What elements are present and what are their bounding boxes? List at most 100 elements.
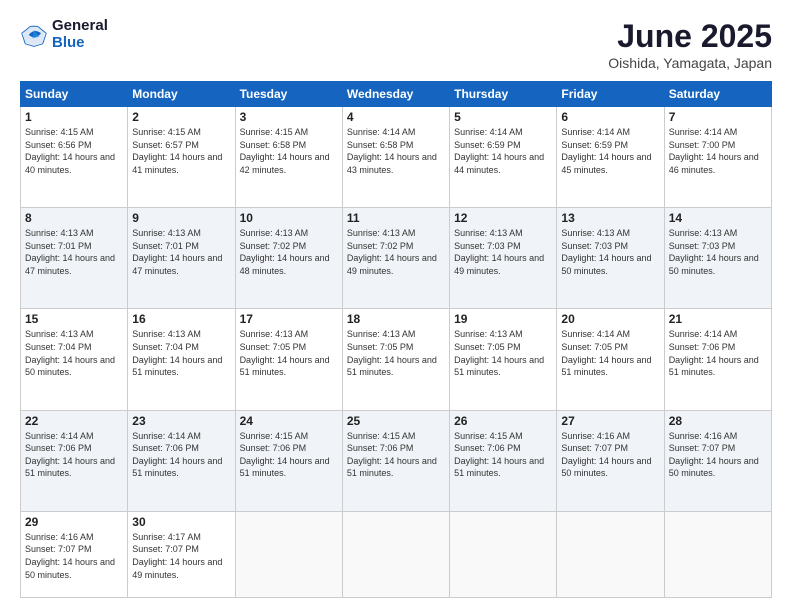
- day-number: 15: [25, 312, 123, 326]
- day-number: 18: [347, 312, 445, 326]
- day-info: Sunrise: 4:13 AM Sunset: 7:01 PM Dayligh…: [132, 227, 230, 277]
- table-row: 3 Sunrise: 4:15 AM Sunset: 6:58 PM Dayli…: [235, 107, 342, 208]
- day-number: 25: [347, 414, 445, 428]
- main-title: June 2025: [608, 18, 772, 55]
- day-number: 16: [132, 312, 230, 326]
- day-info: Sunrise: 4:13 AM Sunset: 7:02 PM Dayligh…: [347, 227, 445, 277]
- table-row: 9 Sunrise: 4:13 AM Sunset: 7:01 PM Dayli…: [128, 208, 235, 309]
- subtitle: Oishida, Yamagata, Japan: [608, 55, 772, 71]
- day-info: Sunrise: 4:13 AM Sunset: 7:05 PM Dayligh…: [454, 328, 552, 378]
- table-row: 18 Sunrise: 4:13 AM Sunset: 7:05 PM Dayl…: [342, 309, 449, 410]
- day-number: 29: [25, 515, 123, 529]
- title-block: June 2025 Oishida, Yamagata, Japan: [608, 18, 772, 71]
- table-row: 8 Sunrise: 4:13 AM Sunset: 7:01 PM Dayli…: [21, 208, 128, 309]
- day-info: Sunrise: 4:13 AM Sunset: 7:03 PM Dayligh…: [561, 227, 659, 277]
- logo: General Blue: [20, 18, 108, 51]
- table-row: 29 Sunrise: 4:16 AM Sunset: 7:07 PM Dayl…: [21, 511, 128, 597]
- day-number: 14: [669, 211, 767, 225]
- table-row: 12 Sunrise: 4:13 AM Sunset: 7:03 PM Dayl…: [450, 208, 557, 309]
- day-info: Sunrise: 4:13 AM Sunset: 7:03 PM Dayligh…: [454, 227, 552, 277]
- table-row: 11 Sunrise: 4:13 AM Sunset: 7:02 PM Dayl…: [342, 208, 449, 309]
- day-info: Sunrise: 4:15 AM Sunset: 6:57 PM Dayligh…: [132, 126, 230, 176]
- table-row: 22 Sunrise: 4:14 AM Sunset: 7:06 PM Dayl…: [21, 410, 128, 511]
- table-row: 30 Sunrise: 4:17 AM Sunset: 7:07 PM Dayl…: [128, 511, 235, 597]
- calendar-header-row: Sunday Monday Tuesday Wednesday Thursday…: [21, 82, 772, 107]
- day-info: Sunrise: 4:13 AM Sunset: 7:05 PM Dayligh…: [347, 328, 445, 378]
- table-row: [557, 511, 664, 597]
- day-number: 1: [25, 110, 123, 124]
- table-row: 13 Sunrise: 4:13 AM Sunset: 7:03 PM Dayl…: [557, 208, 664, 309]
- day-info: Sunrise: 4:14 AM Sunset: 6:58 PM Dayligh…: [347, 126, 445, 176]
- table-row: [450, 511, 557, 597]
- table-row: 26 Sunrise: 4:15 AM Sunset: 7:06 PM Dayl…: [450, 410, 557, 511]
- table-row: 1 Sunrise: 4:15 AM Sunset: 6:56 PM Dayli…: [21, 107, 128, 208]
- day-number: 27: [561, 414, 659, 428]
- day-number: 20: [561, 312, 659, 326]
- day-number: 5: [454, 110, 552, 124]
- table-row: 2 Sunrise: 4:15 AM Sunset: 6:57 PM Dayli…: [128, 107, 235, 208]
- day-info: Sunrise: 4:15 AM Sunset: 6:58 PM Dayligh…: [240, 126, 338, 176]
- table-row: 10 Sunrise: 4:13 AM Sunset: 7:02 PM Dayl…: [235, 208, 342, 309]
- table-row: 6 Sunrise: 4:14 AM Sunset: 6:59 PM Dayli…: [557, 107, 664, 208]
- day-info: Sunrise: 4:14 AM Sunset: 7:05 PM Dayligh…: [561, 328, 659, 378]
- logo-icon: [20, 21, 48, 49]
- day-info: Sunrise: 4:15 AM Sunset: 7:06 PM Dayligh…: [347, 430, 445, 480]
- day-info: Sunrise: 4:13 AM Sunset: 7:02 PM Dayligh…: [240, 227, 338, 277]
- day-info: Sunrise: 4:16 AM Sunset: 7:07 PM Dayligh…: [561, 430, 659, 480]
- table-row: 5 Sunrise: 4:14 AM Sunset: 6:59 PM Dayli…: [450, 107, 557, 208]
- day-info: Sunrise: 4:15 AM Sunset: 7:06 PM Dayligh…: [454, 430, 552, 480]
- day-number: 22: [25, 414, 123, 428]
- col-friday: Friday: [557, 82, 664, 107]
- day-info: Sunrise: 4:15 AM Sunset: 6:56 PM Dayligh…: [25, 126, 123, 176]
- day-number: 17: [240, 312, 338, 326]
- calendar-week-1: 1 Sunrise: 4:15 AM Sunset: 6:56 PM Dayli…: [21, 107, 772, 208]
- calendar-week-4: 22 Sunrise: 4:14 AM Sunset: 7:06 PM Dayl…: [21, 410, 772, 511]
- day-info: Sunrise: 4:17 AM Sunset: 7:07 PM Dayligh…: [132, 531, 230, 581]
- day-number: 10: [240, 211, 338, 225]
- day-info: Sunrise: 4:14 AM Sunset: 7:00 PM Dayligh…: [669, 126, 767, 176]
- table-row: 15 Sunrise: 4:13 AM Sunset: 7:04 PM Dayl…: [21, 309, 128, 410]
- day-number: 3: [240, 110, 338, 124]
- day-info: Sunrise: 4:13 AM Sunset: 7:05 PM Dayligh…: [240, 328, 338, 378]
- col-thursday: Thursday: [450, 82, 557, 107]
- table-row: 17 Sunrise: 4:13 AM Sunset: 7:05 PM Dayl…: [235, 309, 342, 410]
- calendar-week-2: 8 Sunrise: 4:13 AM Sunset: 7:01 PM Dayli…: [21, 208, 772, 309]
- col-saturday: Saturday: [664, 82, 771, 107]
- table-row: 19 Sunrise: 4:13 AM Sunset: 7:05 PM Dayl…: [450, 309, 557, 410]
- day-number: 7: [669, 110, 767, 124]
- day-number: 2: [132, 110, 230, 124]
- day-info: Sunrise: 4:14 AM Sunset: 7:06 PM Dayligh…: [669, 328, 767, 378]
- day-number: 9: [132, 211, 230, 225]
- table-row: 25 Sunrise: 4:15 AM Sunset: 7:06 PM Dayl…: [342, 410, 449, 511]
- day-info: Sunrise: 4:14 AM Sunset: 7:06 PM Dayligh…: [132, 430, 230, 480]
- day-info: Sunrise: 4:14 AM Sunset: 6:59 PM Dayligh…: [561, 126, 659, 176]
- table-row: 16 Sunrise: 4:13 AM Sunset: 7:04 PM Dayl…: [128, 309, 235, 410]
- table-row: 24 Sunrise: 4:15 AM Sunset: 7:06 PM Dayl…: [235, 410, 342, 511]
- col-wednesday: Wednesday: [342, 82, 449, 107]
- day-info: Sunrise: 4:13 AM Sunset: 7:03 PM Dayligh…: [669, 227, 767, 277]
- calendar-table: Sunday Monday Tuesday Wednesday Thursday…: [20, 81, 772, 598]
- logo-text: General Blue: [52, 18, 108, 51]
- day-info: Sunrise: 4:13 AM Sunset: 7:01 PM Dayligh…: [25, 227, 123, 277]
- day-number: 19: [454, 312, 552, 326]
- day-number: 23: [132, 414, 230, 428]
- day-info: Sunrise: 4:16 AM Sunset: 7:07 PM Dayligh…: [25, 531, 123, 581]
- col-tuesday: Tuesday: [235, 82, 342, 107]
- table-row: 4 Sunrise: 4:14 AM Sunset: 6:58 PM Dayli…: [342, 107, 449, 208]
- day-info: Sunrise: 4:13 AM Sunset: 7:04 PM Dayligh…: [25, 328, 123, 378]
- day-info: Sunrise: 4:14 AM Sunset: 7:06 PM Dayligh…: [25, 430, 123, 480]
- table-row: [235, 511, 342, 597]
- table-row: 28 Sunrise: 4:16 AM Sunset: 7:07 PM Dayl…: [664, 410, 771, 511]
- table-row: 23 Sunrise: 4:14 AM Sunset: 7:06 PM Dayl…: [128, 410, 235, 511]
- day-number: 30: [132, 515, 230, 529]
- day-number: 12: [454, 211, 552, 225]
- table-row: [664, 511, 771, 597]
- table-row: 21 Sunrise: 4:14 AM Sunset: 7:06 PM Dayl…: [664, 309, 771, 410]
- day-number: 21: [669, 312, 767, 326]
- day-number: 26: [454, 414, 552, 428]
- page: General Blue June 2025 Oishida, Yamagata…: [0, 0, 792, 612]
- header: General Blue June 2025 Oishida, Yamagata…: [20, 18, 772, 71]
- col-sunday: Sunday: [21, 82, 128, 107]
- logo-line1: General: [52, 18, 108, 35]
- logo-line2: Blue: [52, 35, 108, 52]
